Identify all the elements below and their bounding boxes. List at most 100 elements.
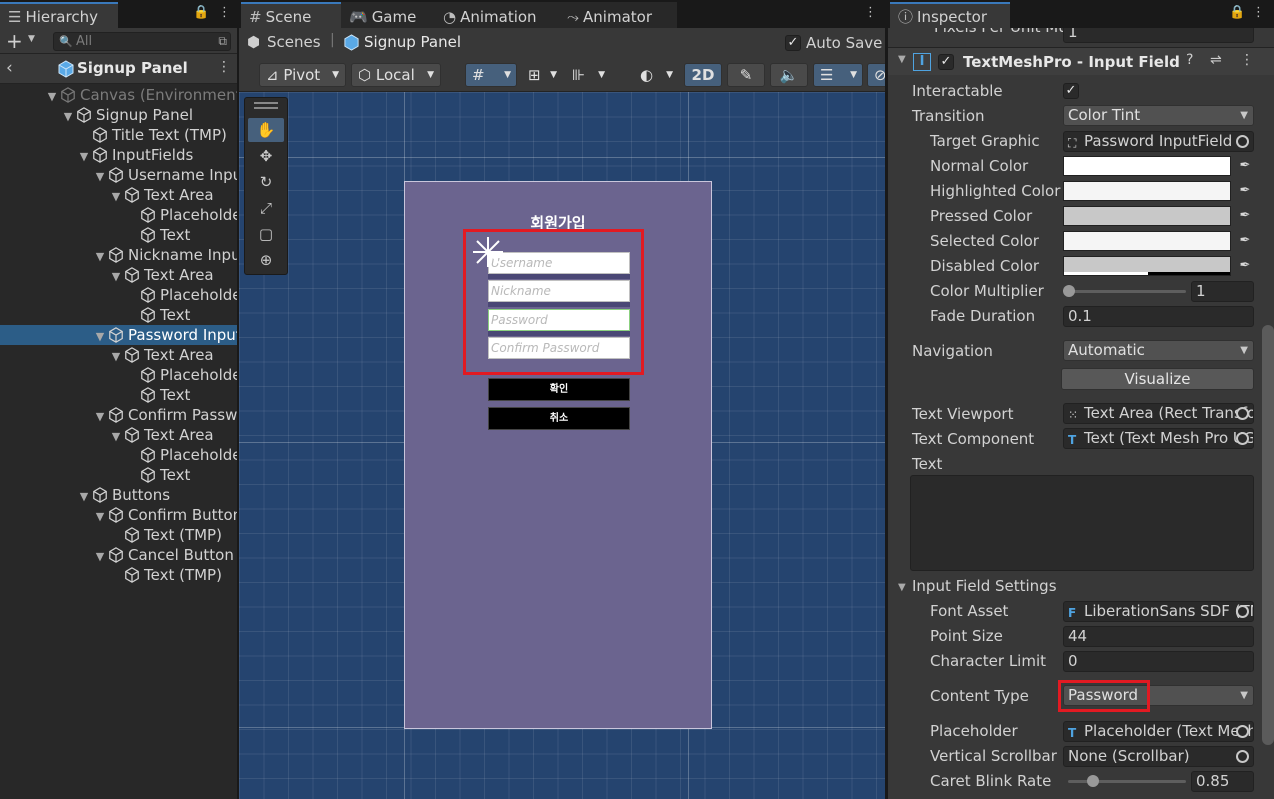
hierarchy-item[interactable]: Text [0,385,237,405]
expand-triangle-icon[interactable]: ▼ [92,327,108,345]
lock-icon[interactable]: 🔒 [1229,5,1245,20]
inspector-scrollbar[interactable] [1262,325,1274,745]
search-filter-icon[interactable]: ⧉ [218,33,227,50]
hierarchy-item[interactable]: ▼ Text Area [0,185,237,205]
target-graphic-field[interactable]: ⛶ Password InputField [1063,131,1254,152]
object-picker-icon[interactable] [1236,432,1249,445]
drag-handle[interactable] [254,102,278,104]
breadcrumb-title[interactable]: Signup Panel [77,59,188,77]
tab-game[interactable]: 🎮 Game [341,2,435,28]
hierarchy-item[interactable]: Placeholder [0,365,237,385]
hierarchy-item[interactable]: ▼ Signup Panel [0,105,237,125]
object-picker-icon[interactable] [1236,750,1249,763]
expand-triangle-icon[interactable]: ▼ [108,347,124,365]
visibility-toggle[interactable]: ⊘ [867,63,885,87]
pivot-dropdown[interactable]: ⊿ Pivot ▼ [259,63,346,87]
auto-save-checkbox[interactable]: ✓ [785,35,801,51]
tab-animator[interactable]: ⤳ Animator [559,2,677,28]
chevron-down-icon[interactable]: ▼ [28,34,35,44]
font-asset-field[interactable]: F LiberationSans SDF (TMP_FontAsset) [1063,601,1254,622]
eyedropper-icon[interactable]: ✒ [1236,156,1254,176]
hierarchy-item[interactable]: ▼ Nickname InputField [0,245,237,265]
lighting-toggle[interactable]: ✎ [727,63,765,87]
interactable-checkbox[interactable]: ✓ [1063,83,1079,99]
vertical-scrollbar-field[interactable]: None (Scrollbar) [1063,746,1254,767]
slider-knob[interactable] [1087,775,1099,787]
hierarchy-item[interactable]: Placeholder [0,445,237,465]
hierarchy-item[interactable]: Text (TMP) [0,525,237,545]
object-picker-icon[interactable] [1236,135,1249,148]
pressed-color-field[interactable] [1063,206,1231,226]
hierarchy-item[interactable]: Text [0,225,237,245]
color-multiplier-slider[interactable] [1068,290,1186,293]
increment-snap-button[interactable]: ⊪ ▼ [565,63,609,87]
lock-icon[interactable]: 🔒 [193,5,209,20]
more-menu-icon[interactable]: ⋮ [1252,5,1265,20]
rect-tool-button[interactable]: ▢ [248,222,284,246]
grid-snap-button[interactable]: # ▼ [465,63,517,87]
hierarchy-item[interactable]: ▼ Cancel Button [0,545,237,565]
hierarchy-item[interactable]: ▼ Password InputField [0,325,237,345]
color-multiplier-field[interactable]: 1 [1191,281,1254,302]
slider-knob[interactable] [1063,285,1075,297]
cancel-button[interactable]: 취소 [488,407,630,430]
hierarchy-item[interactable]: ▼ Username InputField [0,165,237,185]
tab-scene[interactable]: # Scene [241,2,341,28]
confirm-button[interactable]: 확인 [488,378,630,401]
hierarchy-item[interactable]: ▼ Text Area [0,265,237,285]
signup-panel-canvas[interactable]: 회원가입 Username Nickname Password Confirm … [404,181,712,729]
hierarchy-item[interactable]: Placeholder [0,205,237,225]
hierarchy-item[interactable]: ▼ InputFields [0,145,237,165]
move-handle-icon[interactable] [471,235,505,269]
local-dropdown[interactable]: ⬡ Local ▼ [351,63,441,87]
text-area-field[interactable] [910,475,1254,571]
hierarchy-item[interactable]: Title Text (TMP) [0,125,237,145]
eyedropper-icon[interactable]: ✒ [1236,206,1254,226]
transition-dropdown[interactable]: Color Tint ▼ [1063,105,1254,126]
hierarchy-item[interactable]: ▼ Text Area [0,345,237,365]
toggle-2d-button[interactable]: 2D [684,63,722,87]
normal-color-field[interactable] [1063,156,1231,176]
placeholder-field[interactable]: T Placeholder (Text Mesh Pro UGUI) [1063,721,1254,742]
selected-color-field[interactable] [1063,231,1231,251]
caret-blink-rate-slider[interactable] [1068,780,1186,783]
character-limit-field[interactable]: 0 [1063,651,1254,672]
expand-triangle-icon[interactable]: ▼ [60,107,76,125]
collapse-triangle-icon[interactable]: ▼ [898,582,906,593]
expand-triangle-icon[interactable]: ▼ [76,147,92,165]
point-size-field[interactable]: 44 [1063,626,1254,647]
input-field-settings-header[interactable]: Input Field Settings [912,577,1057,595]
eyedropper-icon[interactable]: ✒ [1236,256,1254,276]
search-input[interactable]: 🔍 All ⧉ [53,32,231,51]
text-viewport-field[interactable]: ⁙ Text Area (Rect Transform) [1063,403,1254,424]
navigation-dropdown[interactable]: Automatic ▼ [1063,340,1254,361]
component-header[interactable]: ▼ I ✓ TextMeshPro - Input Field ? ⇌ ⋮ [888,47,1274,75]
add-icon[interactable]: + [6,29,23,53]
breadcrumb-signup-panel[interactable]: Signup Panel [364,33,461,51]
text-component-field[interactable]: T Text (Text Mesh Pro UGUI) [1063,428,1254,449]
expand-triangle-icon[interactable]: ▼ [92,167,108,185]
rotate-tool-button[interactable]: ↻ [248,170,284,194]
effects-dropdown[interactable]: ☰ ▼ [813,63,863,87]
pixels-per-unit-field[interactable]: 1 [1063,28,1254,43]
hierarchy-item[interactable]: ▼ Text Area [0,425,237,445]
object-picker-icon[interactable] [1236,725,1249,738]
shading-mode-button[interactable]: ◐ ▼ [633,63,677,87]
hierarchy-item[interactable]: Text [0,465,237,485]
object-picker-icon[interactable] [1236,605,1249,618]
expand-triangle-icon[interactable]: ▼ [92,547,108,565]
more-menu-icon[interactable]: ⋮ [217,59,231,75]
scale-tool-button[interactable]: ⤢ [248,196,284,220]
object-picker-icon[interactable] [1236,407,1249,420]
fade-duration-field[interactable]: 0.1 [1063,306,1254,327]
hierarchy-item[interactable]: ▼ Canvas (Environment) [0,85,237,105]
back-arrow-icon[interactable]: ‹ [6,58,13,78]
more-menu-icon[interactable]: ⋮ [864,5,877,20]
breadcrumb-scenes[interactable]: Scenes [267,33,321,51]
hierarchy-item[interactable]: Text (TMP) [0,565,237,585]
caret-blink-rate-field[interactable]: 0.85 [1191,771,1254,792]
expand-triangle-icon[interactable]: ▼ [108,187,124,205]
more-menu-icon[interactable]: ⋮ [218,5,231,20]
hierarchy-item[interactable]: Text [0,305,237,325]
presets-icon[interactable]: ⇌ [1210,52,1222,68]
